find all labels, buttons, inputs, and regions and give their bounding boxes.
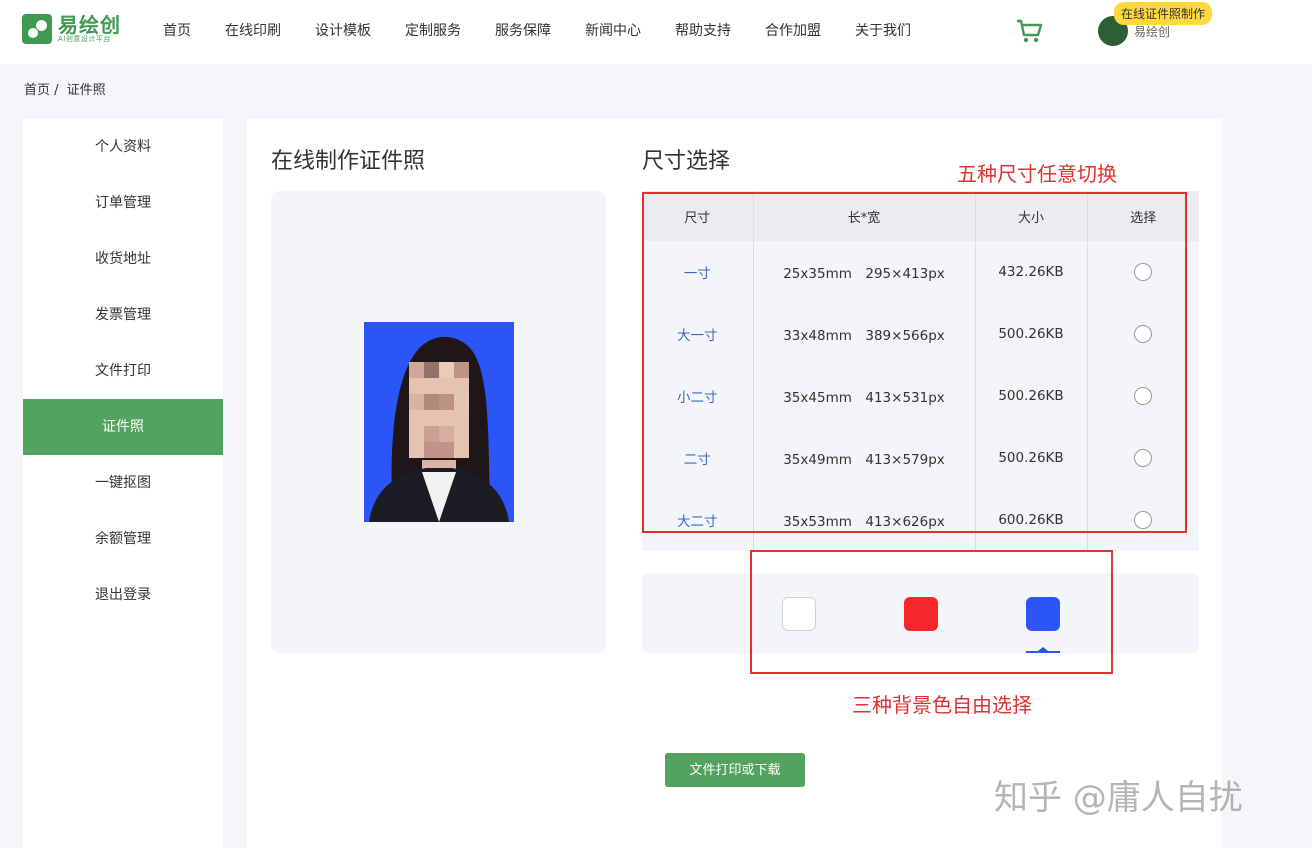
sidebar-item-logout[interactable]: 退出登录 xyxy=(23,567,223,623)
top-header: 易绘创 AI创意设计平台 首页 在线印刷 设计模板 定制服务 服务保障 新闻中心… xyxy=(0,0,1312,64)
watermark: 知乎 @庸人自扰 xyxy=(994,778,1243,818)
nav-item-templates[interactable]: 设计模板 xyxy=(300,0,386,64)
sidebar-item-cutout[interactable]: 一键抠图 xyxy=(23,455,223,511)
nav-item-home[interactable]: 首页 xyxy=(148,0,206,64)
main-nav: 首页 在线印刷 设计模板 定制服务 服务保障 新闻中心 帮助支持 合作加盟 关于… xyxy=(148,0,930,64)
sidebar: 个人资料 订单管理 收货地址 发票管理 文件打印 证件照 一键抠图 余额管理 退… xyxy=(23,119,223,848)
nav-item-news[interactable]: 新闻中心 xyxy=(570,0,656,64)
breadcrumb-current: 证件照 xyxy=(66,83,106,98)
breadcrumb: 首页 / 证件照 xyxy=(24,79,110,98)
nav-item-online-print[interactable]: 在线印刷 xyxy=(210,0,296,64)
sidebar-item-invoice[interactable]: 发票管理 xyxy=(23,287,223,343)
nav-item-help[interactable]: 帮助支持 xyxy=(660,0,746,64)
breadcrumb-home[interactable]: 首页 / xyxy=(24,83,59,98)
logo-name: 易绘创 xyxy=(58,12,121,37)
annotation-text-sizes: 五种尺寸任意切换 xyxy=(957,162,1117,186)
sidebar-item-balance[interactable]: 余额管理 xyxy=(23,511,223,567)
print-download-button[interactable]: 文件打印或下载 xyxy=(665,753,805,787)
nav-item-about[interactable]: 关于我们 xyxy=(840,0,926,64)
username: 易绘创 xyxy=(1134,24,1171,39)
id-photo-preview xyxy=(364,322,514,522)
sidebar-item-orders[interactable]: 订单管理 xyxy=(23,175,223,231)
annotation-box-colors xyxy=(750,550,1113,674)
sidebar-item-id-photo[interactable]: 证件照 xyxy=(23,399,223,455)
photo-preview-area xyxy=(271,191,606,653)
site-logo[interactable]: 易绘创 AI创意设计平台 xyxy=(22,14,121,44)
sidebar-item-address[interactable]: 收货地址 xyxy=(23,231,223,287)
nav-item-service[interactable]: 服务保障 xyxy=(480,0,566,64)
size-section-title: 尺寸选择 xyxy=(642,149,731,174)
sidebar-item-print[interactable]: 文件打印 xyxy=(23,343,223,399)
page-title: 在线制作证件照 xyxy=(271,149,426,174)
nav-item-custom[interactable]: 定制服务 xyxy=(390,0,476,64)
logo-icon xyxy=(22,14,52,44)
promo-badge: 在线证件照制作 xyxy=(1114,2,1213,25)
annotation-text-colors: 三种背景色自由选择 xyxy=(852,693,1032,717)
nav-item-partner[interactable]: 合作加盟 xyxy=(750,0,836,64)
cart-icon[interactable] xyxy=(1015,18,1043,44)
annotation-box-sizes xyxy=(642,192,1187,533)
sidebar-item-profile[interactable]: 个人资料 xyxy=(23,119,223,175)
logo-subtitle: AI创意设计平台 xyxy=(58,34,111,43)
